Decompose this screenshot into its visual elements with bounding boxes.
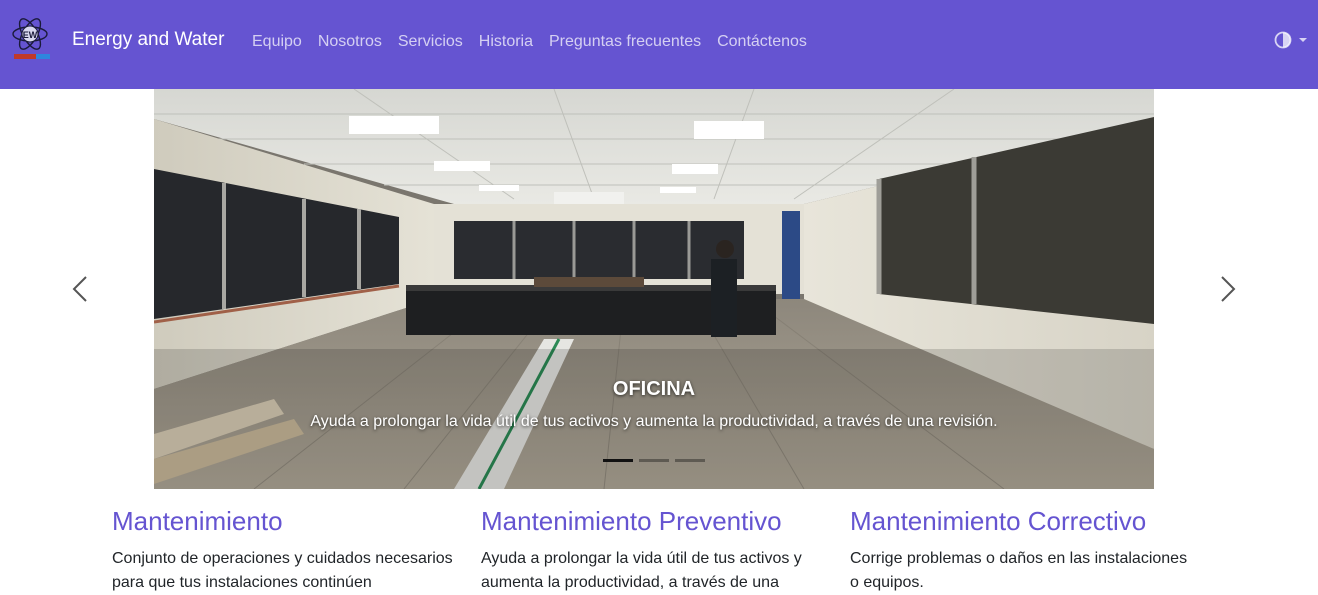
service-card: Mantenimiento Correctivo Corrige problem…: [850, 506, 1195, 595]
brand-name[interactable]: Energy and Water: [72, 29, 224, 51]
service-title: Mantenimiento: [112, 506, 283, 536]
navbar: EW Energy and Water Equipo Nosotros Serv…: [0, 0, 1318, 89]
nav-link-preguntas-frecuentes[interactable]: Preguntas frecuentes: [549, 33, 701, 51]
carousel-indicator[interactable]: [639, 459, 669, 462]
service-title: Mantenimiento Correctivo: [850, 506, 1147, 536]
carousel-indicator[interactable]: [603, 459, 633, 462]
caption-title: OFICINA: [612, 378, 696, 400]
carousel-next-button[interactable]: [1212, 274, 1242, 304]
caption-text: Ayuda a prolongar la vida útil de tus ac…: [310, 413, 998, 430]
half-circle-icon: [1274, 31, 1292, 49]
service-title: Mantenimiento Preventivo: [481, 506, 782, 536]
nav-link-historia[interactable]: Historia: [479, 33, 533, 51]
theme-toggle-button[interactable]: [1274, 31, 1308, 49]
service-text: Corrige problemas o daños en las instala…: [850, 550, 1188, 591]
service-text: Conjunto de operaciones y cuidados neces…: [112, 550, 453, 591]
carousel-indicators: [603, 459, 705, 462]
nav-link-contactenos[interactable]: Contáctenos: [717, 33, 807, 51]
carousel-indicator[interactable]: [675, 459, 705, 462]
service-card: Mantenimiento Conjunto de operaciones y …: [112, 506, 457, 595]
logo-text: EW: [23, 30, 38, 40]
nav-link-servicios[interactable]: Servicios: [398, 33, 463, 51]
brand-logo[interactable]: EW: [8, 14, 56, 66]
nav-links: Equipo Nosotros Servicios Historia Pregu…: [252, 33, 823, 51]
carousel-caption: OFICINA Ayuda a prolongar la vida útil d…: [154, 378, 1154, 431]
service-card: Mantenimiento Preventivo Ayuda a prolong…: [481, 506, 826, 595]
carousel-prev-button[interactable]: [66, 274, 96, 304]
caret-down-icon: [1299, 38, 1307, 42]
nav-link-equipo[interactable]: Equipo: [252, 33, 302, 51]
nav-link-nosotros[interactable]: Nosotros: [318, 33, 382, 51]
service-text: Ayuda a prolongar la vida útil de tus ac…: [481, 550, 802, 591]
carousel: OFICINA Ayuda a prolongar la vida útil d…: [0, 89, 1318, 489]
